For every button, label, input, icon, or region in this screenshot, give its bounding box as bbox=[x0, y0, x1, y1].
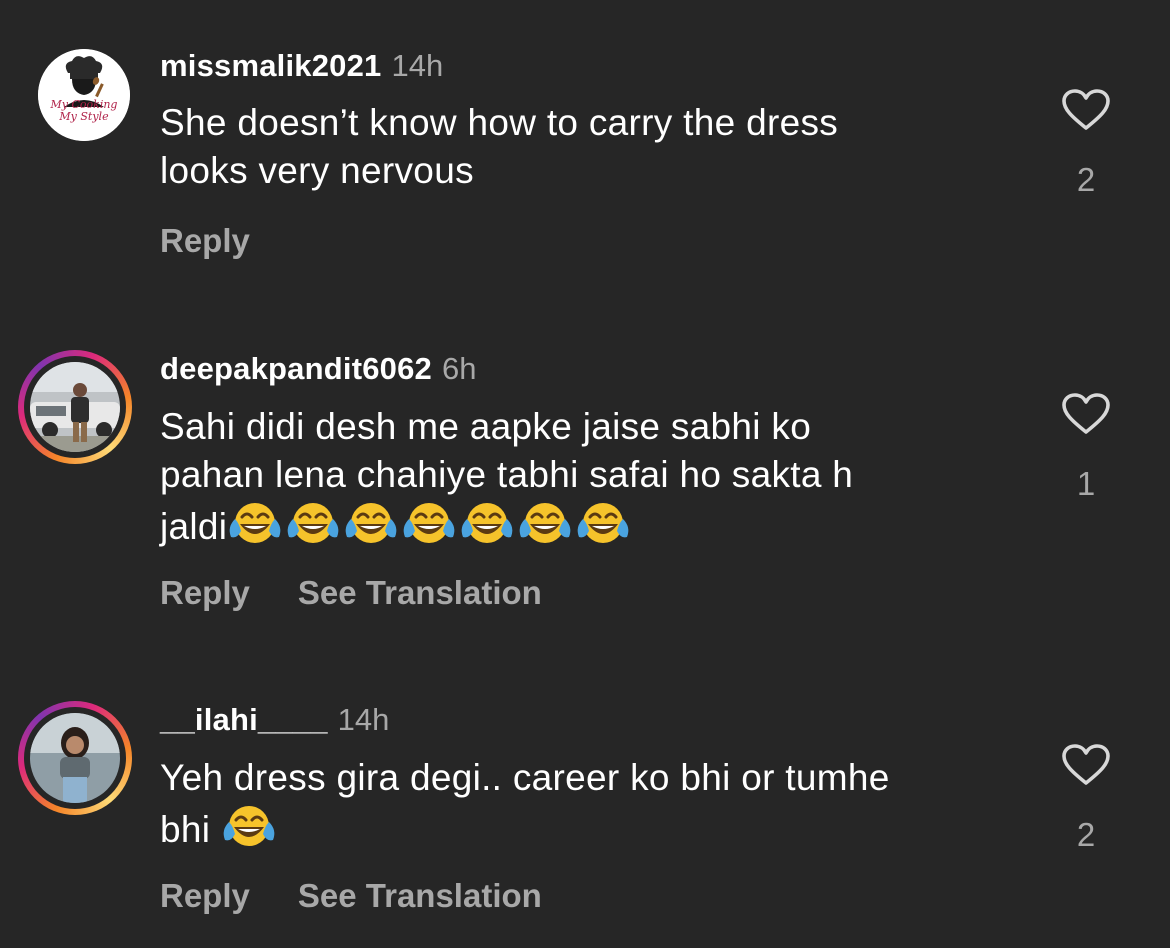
comment-text-line: bhi bbox=[160, 802, 1030, 854]
heart-outline-icon bbox=[1062, 744, 1110, 785]
comment-text-line: Yeh dress gira degi.. career ko bhi or t… bbox=[160, 757, 890, 798]
comment-text-line: She doesn’t know how to carry the dress bbox=[160, 102, 839, 143]
heart-outline-icon bbox=[1062, 89, 1110, 130]
comment-actions: Reply bbox=[160, 221, 250, 261]
timestamp: 14h bbox=[337, 702, 390, 737]
see-translation-button[interactable]: See Translation bbox=[298, 877, 542, 914]
heart-outline-icon bbox=[1062, 393, 1110, 434]
like-button[interactable] bbox=[1060, 88, 1112, 132]
like-button[interactable] bbox=[1060, 392, 1112, 436]
timestamp: 14h bbox=[391, 48, 444, 83]
tears-of-joy-emoji-icon bbox=[227, 499, 283, 547]
like-count: 2 bbox=[1076, 816, 1096, 853]
tears-of-joy-emoji-icon bbox=[285, 499, 341, 547]
avatar-logo-line-2: My Style bbox=[59, 110, 109, 123]
chef-logo-icon bbox=[38, 49, 130, 141]
avatar bbox=[30, 362, 120, 452]
avatar-story-ring[interactable] bbox=[18, 350, 132, 464]
like-count: 1 bbox=[1076, 465, 1096, 502]
person-photo-icon bbox=[30, 713, 120, 803]
avatar-story-ring[interactable] bbox=[18, 701, 132, 815]
comment-header: __ilahi____ 14h bbox=[160, 700, 389, 740]
emoji-group bbox=[227, 499, 631, 547]
like-count: 2 bbox=[1076, 161, 1096, 198]
timestamp: 6h bbox=[441, 351, 477, 386]
tears-of-joy-emoji-icon bbox=[575, 499, 631, 547]
see-translation-button[interactable]: See Translation bbox=[298, 574, 542, 611]
avatar-logo-text: My Cooking My Style bbox=[38, 99, 130, 123]
comment-text: Yeh dress gira degi.. career ko bhi or t… bbox=[160, 754, 1030, 854]
tears-of-joy-emoji-icon bbox=[401, 499, 457, 547]
emoji-group bbox=[221, 802, 277, 850]
reply-button[interactable]: Reply bbox=[160, 574, 250, 611]
username[interactable]: __ilahi____ bbox=[160, 702, 328, 737]
tears-of-joy-emoji-icon bbox=[343, 499, 399, 547]
comment-text-line: Sahi didi desh me aapke jaise sabhi ko bbox=[160, 406, 812, 447]
comment-actions: Reply See Translation bbox=[160, 876, 542, 916]
comment-text-segment: bhi bbox=[160, 809, 221, 850]
comment-actions: Reply See Translation bbox=[160, 573, 542, 613]
username[interactable]: deepakpandit6062 bbox=[160, 351, 432, 386]
person-with-car-photo-icon bbox=[30, 362, 120, 452]
comment-text: She doesn’t know how to carry the dress … bbox=[160, 99, 1030, 195]
avatar[interactable]: My Cooking My Style bbox=[38, 49, 130, 141]
comment-text: Sahi didi desh me aapke jaise sabhi ko p… bbox=[160, 403, 1030, 551]
like-button[interactable] bbox=[1060, 743, 1112, 787]
tears-of-joy-emoji-icon bbox=[517, 499, 573, 547]
avatar bbox=[30, 713, 120, 803]
comment-text-line: jaldi bbox=[160, 499, 1030, 551]
comment-header: missmalik2021 14h bbox=[160, 46, 443, 86]
tears-of-joy-emoji-icon bbox=[459, 499, 515, 547]
comment-header: deepakpandit6062 6h bbox=[160, 349, 476, 389]
comment-text-line: looks very nervous bbox=[160, 150, 474, 191]
reply-button[interactable]: Reply bbox=[160, 877, 250, 914]
tears-of-joy-emoji-icon bbox=[221, 802, 277, 850]
username[interactable]: missmalik2021 bbox=[160, 48, 382, 83]
comment-text-line: pahan lena chahiye tabhi safai ho sakta … bbox=[160, 454, 854, 495]
reply-button[interactable]: Reply bbox=[160, 222, 250, 259]
comment-text-segment: jaldi bbox=[160, 506, 228, 547]
